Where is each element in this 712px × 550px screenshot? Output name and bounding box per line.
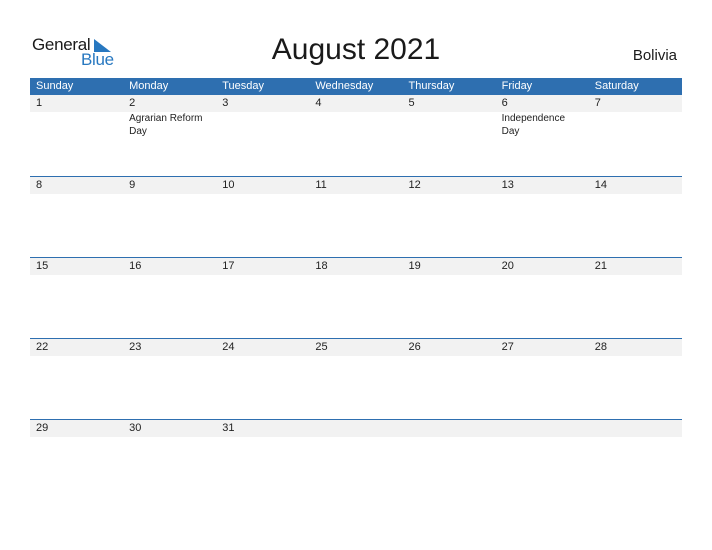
day-number xyxy=(589,420,682,437)
day-number: 9 xyxy=(129,179,136,191)
day-number: 22 xyxy=(36,341,49,353)
week-row: 22 23 24 25 26 27 28 xyxy=(30,338,682,419)
event-row: Agrarian Reform Day Independence Day xyxy=(30,112,682,138)
day-number: 1 xyxy=(36,97,43,109)
day-number: 23 xyxy=(129,341,142,353)
day-number: 10 xyxy=(222,179,235,191)
weekday-monday: Monday xyxy=(129,80,169,92)
day-number: 20 xyxy=(501,260,514,272)
weekday-wednesday: Wednesday xyxy=(315,80,374,92)
day-number: 30 xyxy=(129,422,142,434)
day-number: 24 xyxy=(222,341,235,353)
holiday-label: Agrarian Reform Day xyxy=(129,113,203,137)
day-number: 14 xyxy=(594,179,607,191)
day-number: 27 xyxy=(501,341,514,353)
day-number: 18 xyxy=(315,260,328,272)
day-number: 5 xyxy=(408,97,415,109)
day-number: 12 xyxy=(408,179,421,191)
day-number: 2 xyxy=(129,97,136,109)
weekday-header: Sunday Monday Tuesday Wednesday Thursday… xyxy=(30,78,682,95)
day-number: 8 xyxy=(36,179,43,191)
day-number: 13 xyxy=(501,179,514,191)
weekday-friday: Friday xyxy=(501,80,533,92)
week-row: 15 16 17 18 19 20 21 xyxy=(30,257,682,338)
calendar-title: August 2021 xyxy=(271,33,441,66)
day-number: 21 xyxy=(594,260,607,272)
date-row: 1 2 3 4 5 6 7 xyxy=(30,95,682,112)
week-row: 1 2 3 4 5 6 7 Agrarian Reform Day Independence D… xyxy=(30,95,682,176)
week-row: 29 30 31 xyxy=(30,419,682,500)
weekday-thursday: Thursday xyxy=(408,80,455,92)
holiday-label xyxy=(589,112,682,138)
calendar-grid: Sunday Monday Tuesday Wednesday Thursday… xyxy=(30,78,682,500)
day-number: 15 xyxy=(36,260,49,272)
holiday-label xyxy=(403,112,496,138)
date-row: 8 9 10 11 12 13 14 xyxy=(30,177,682,194)
day-number xyxy=(496,420,589,437)
holiday-label: Independence Day xyxy=(501,113,566,137)
day-number xyxy=(403,420,496,437)
day-number: 11 xyxy=(315,179,327,191)
holiday-label xyxy=(30,112,123,138)
day-number: 7 xyxy=(594,97,601,109)
day-number: 31 xyxy=(222,422,235,434)
date-row: 15 16 17 18 19 20 21 xyxy=(30,258,682,275)
week-row: 8 9 10 11 12 13 14 xyxy=(30,176,682,257)
day-number: 6 xyxy=(501,97,508,109)
weekday-saturday: Saturday xyxy=(594,80,639,92)
holiday-label xyxy=(309,112,402,138)
holiday-label xyxy=(216,112,309,138)
day-number: 19 xyxy=(408,260,421,272)
weekday-tuesday: Tuesday xyxy=(222,80,265,92)
day-number: 3 xyxy=(222,97,229,109)
day-number: 16 xyxy=(129,260,142,272)
day-number: 4 xyxy=(315,97,322,109)
day-number: 26 xyxy=(408,341,421,353)
weekday-sunday: Sunday xyxy=(36,80,74,92)
day-number xyxy=(309,420,402,437)
day-number: 25 xyxy=(315,341,328,353)
country-label: Bolivia xyxy=(632,47,677,64)
day-number: 17 xyxy=(222,260,235,272)
date-row: 22 23 24 25 26 27 28 xyxy=(30,339,682,356)
day-number: 29 xyxy=(36,422,49,434)
day-number: 28 xyxy=(594,341,607,353)
date-row: 29 30 31 xyxy=(30,420,682,437)
